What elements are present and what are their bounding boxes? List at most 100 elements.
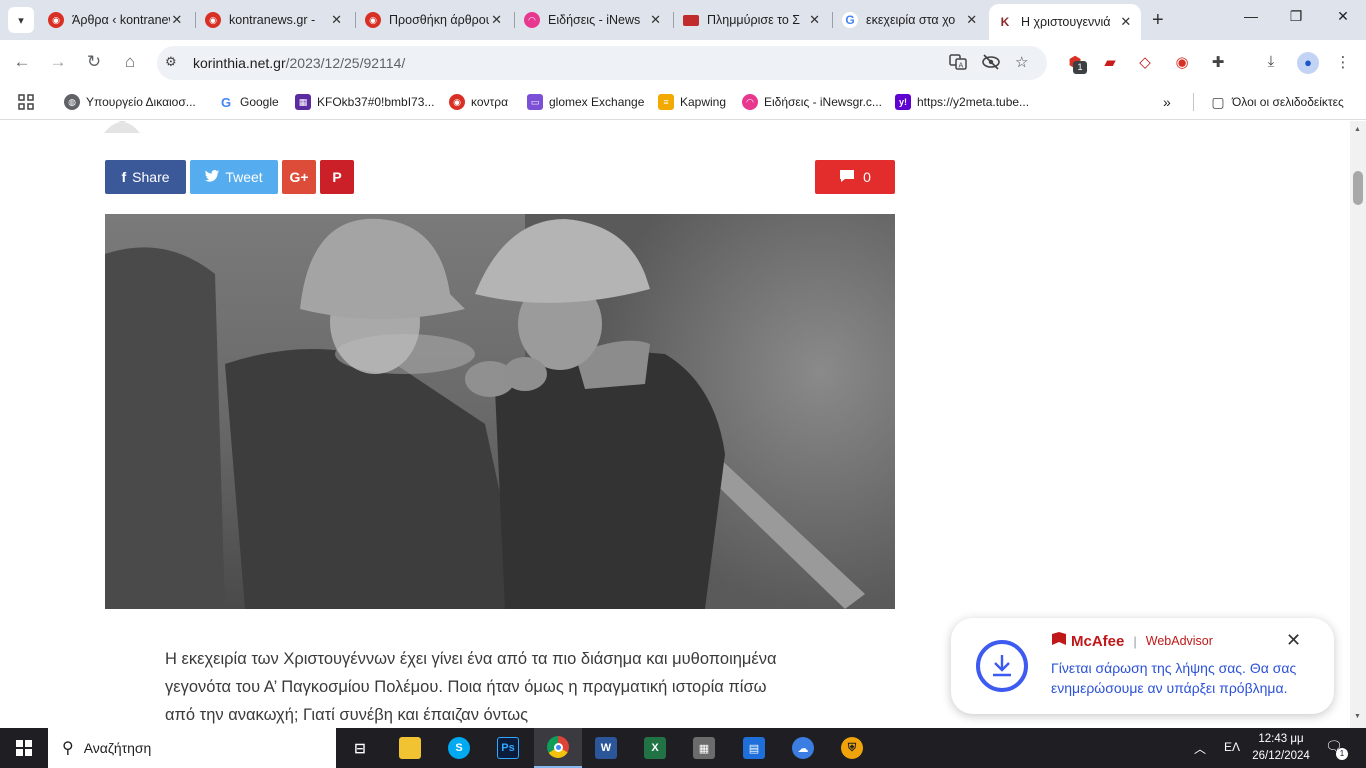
news-app-icon[interactable]: ▤: [730, 728, 778, 768]
tab-search-chevron-icon[interactable]: ▾: [8, 7, 34, 33]
tab-label: εκεχειρία στα χο: [866, 13, 956, 27]
scrollbar-thumb[interactable]: [1353, 171, 1363, 205]
extension-pdf-icon[interactable]: ▰: [1099, 53, 1121, 71]
file-explorer-icon[interactable]: [386, 728, 434, 768]
download-scan-icon: [976, 640, 1028, 692]
tab-google-search[interactable]: G εκεχειρία στα χο ✕: [834, 6, 987, 34]
chrome-icon[interactable]: [534, 728, 582, 768]
close-icon[interactable]: ✕: [1286, 630, 1301, 651]
reload-icon[interactable]: ↻: [82, 52, 106, 72]
windows-taskbar: ⚲ Αναζήτηση ⊟ S Ps W X ▦ ▤ ☁ ⛨ ︿ ΕΛ 12:4…: [0, 728, 1366, 768]
calculator-icon[interactable]: ▦: [680, 728, 728, 768]
google-plus-icon: G+: [289, 169, 309, 185]
vpn-shield-icon[interactable]: ⛨: [828, 728, 876, 768]
address-bar[interactable]: ⚙ korinthia.net.gr/2023/12/25/92114/ A ☆: [157, 46, 1047, 80]
more-bookmarks-chevron-icon[interactable]: »: [1163, 94, 1171, 110]
back-arrow-icon[interactable]: ←: [10, 52, 34, 72]
mcafee-shield-icon: [1051, 632, 1067, 650]
tab-christougenniatiki-active[interactable]: K Η χριστουγεννιά ✕: [989, 4, 1141, 40]
bookmark-ypourgeio[interactable]: ◍ Υπουργείο Δικαιοσ...: [64, 94, 196, 110]
soldiers-photo-icon: [105, 214, 895, 609]
notification-count-badge: 1: [1336, 748, 1348, 760]
bookmark-kontra[interactable]: ◉ κοντρα: [449, 94, 508, 110]
bookmark-inews[interactable]: ◠ Ειδήσεις - iNewsgr.c...: [742, 94, 882, 110]
kontra-icon: ◉: [48, 12, 64, 28]
translate-icon[interactable]: A: [949, 53, 967, 75]
download-icon[interactable]: ⤓: [1260, 53, 1282, 70]
window-close-icon[interactable]: ✕: [1320, 8, 1366, 25]
tab-label: kontranews.gr -: [229, 13, 316, 27]
minimize-icon[interactable]: —: [1228, 8, 1274, 24]
mcafee-message: Γίνεται σάρωση της λήψης σας. Θα σας ενη…: [1051, 660, 1297, 696]
tab-strip: ▾ ◉ Άρθρα ‹ kontranews ✕ ◉ kontranews.gr…: [0, 0, 1366, 40]
twitter-tweet-button[interactable]: Tweet: [190, 160, 278, 194]
close-icon[interactable]: ✕: [329, 12, 344, 28]
menu-dots-icon[interactable]: ⋮: [1332, 53, 1354, 71]
taskbar-search-box[interactable]: ⚲ Αναζήτηση: [48, 728, 336, 768]
excel-icon[interactable]: X: [631, 728, 679, 768]
google-icon: G: [218, 94, 234, 110]
svg-text:A: A: [959, 62, 964, 70]
cloud-app-icon[interactable]: ☁: [779, 728, 827, 768]
facebook-icon: f: [121, 169, 127, 185]
all-bookmarks-folder[interactable]: ▢ Όλοι οι σελιδοδείκτες: [1210, 94, 1343, 110]
new-tab-plus-icon[interactable]: +: [1152, 9, 1164, 32]
close-icon[interactable]: ✕: [170, 12, 184, 28]
extension-mcafee-icon[interactable]: ◇: [1134, 53, 1156, 71]
tab-plimmyrise[interactable]: Πλημμύρισε το Σ ✕: [675, 6, 830, 34]
bookmark-kfokb[interactable]: ▦ KFOkb37#0!bmbI73...: [295, 94, 434, 110]
tab-label: Η χριστουγεννιά: [1021, 15, 1111, 29]
scroll-down-arrow-icon[interactable]: ▼: [1354, 713, 1361, 720]
tab-kontranews[interactable]: ◉ kontranews.gr - ✕: [197, 6, 352, 34]
home-icon[interactable]: ⌂: [118, 52, 142, 72]
word-icon[interactable]: W: [582, 728, 630, 768]
browser-toolbar: ← → ↻ ⌂ ⚙ korinthia.net.gr/2023/12/25/92…: [0, 40, 1366, 86]
skype-icon[interactable]: S: [435, 728, 483, 768]
page-scrollbar[interactable]: ▲ ▼: [1350, 121, 1366, 728]
kontra-icon: ◉: [365, 12, 381, 28]
bookmarks-bar: ◍ Υπουργείο Δικαιοσ... G Google ▦ KFOkb3…: [0, 86, 1366, 120]
site-info-icon[interactable]: ⚙: [165, 54, 177, 70]
bookmark-y2meta[interactable]: y! https://y2meta.tube...: [895, 94, 1029, 110]
google-plus-share-button[interactable]: G+: [282, 160, 316, 194]
tab-inews[interactable]: ◠ Ειδήσεις - iNews ✕: [516, 6, 671, 34]
photoshop-icon[interactable]: Ps: [484, 728, 532, 768]
tab-label: Άρθρα ‹ kontranews: [72, 13, 170, 27]
close-icon[interactable]: ✕: [807, 12, 822, 28]
profile-avatar-icon[interactable]: ●: [1297, 52, 1319, 74]
language-indicator[interactable]: ΕΛ: [1224, 740, 1240, 754]
bookmark-glomex[interactable]: ▭ glomex Exchange: [527, 94, 644, 110]
bookmark-kapwing[interactable]: ≡ Kapwing: [658, 94, 726, 110]
tray-chevron-up-icon[interactable]: ︿: [1194, 740, 1206, 757]
tab-prosthiki[interactable]: ◉ Προσθήκη άρθρου ✕: [357, 6, 512, 34]
taskbar-clock[interactable]: 12:43 μμ 26/12/2024: [1251, 731, 1311, 765]
pinterest-share-button[interactable]: P: [320, 160, 354, 194]
eye-off-icon[interactable]: [981, 53, 1001, 75]
bookmark-google[interactable]: G Google: [218, 94, 279, 110]
facebook-share-button[interactable]: f Share: [105, 160, 186, 194]
kapwing-icon: ≡: [658, 94, 674, 110]
apps-grid-icon[interactable]: [18, 94, 34, 110]
scroll-up-arrow-icon[interactable]: ▲: [1354, 126, 1361, 133]
close-icon[interactable]: ✕: [964, 12, 979, 28]
tab-label: Ειδήσεις - iNews: [548, 13, 641, 27]
close-icon[interactable]: ✕: [1119, 14, 1133, 30]
url-text[interactable]: korinthia.net.gr/2023/12/25/92114/: [193, 55, 405, 71]
extensions-puzzle-icon[interactable]: ✚: [1207, 53, 1229, 71]
article-hero-image[interactable]: [105, 214, 895, 609]
tab-arthra[interactable]: ◉ Άρθρα ‹ kontranews ✕: [40, 6, 192, 34]
comments-count-button[interactable]: 0: [815, 160, 895, 194]
mcafee-webadvisor-notification: McAfee | WebAdvisor Γίνεται σάρωση της λ…: [951, 618, 1334, 714]
task-view-icon[interactable]: ⊟: [336, 728, 384, 768]
windows-start-icon[interactable]: [0, 728, 48, 768]
extension-record-icon[interactable]: ◉: [1171, 53, 1193, 71]
article-body-text: Η εκεχειρία των Χριστουγέννων έχει γίνει…: [165, 650, 777, 724]
forward-arrow-icon[interactable]: →: [46, 52, 70, 72]
grid-icon: ▦: [295, 94, 311, 110]
close-icon[interactable]: ✕: [489, 12, 504, 28]
restore-icon[interactable]: ❐: [1273, 8, 1319, 25]
search-icon: ⚲: [62, 740, 74, 757]
news-icon: [683, 14, 699, 26]
bookmark-star-icon[interactable]: ☆: [1015, 53, 1028, 71]
close-icon[interactable]: ✕: [648, 12, 663, 28]
